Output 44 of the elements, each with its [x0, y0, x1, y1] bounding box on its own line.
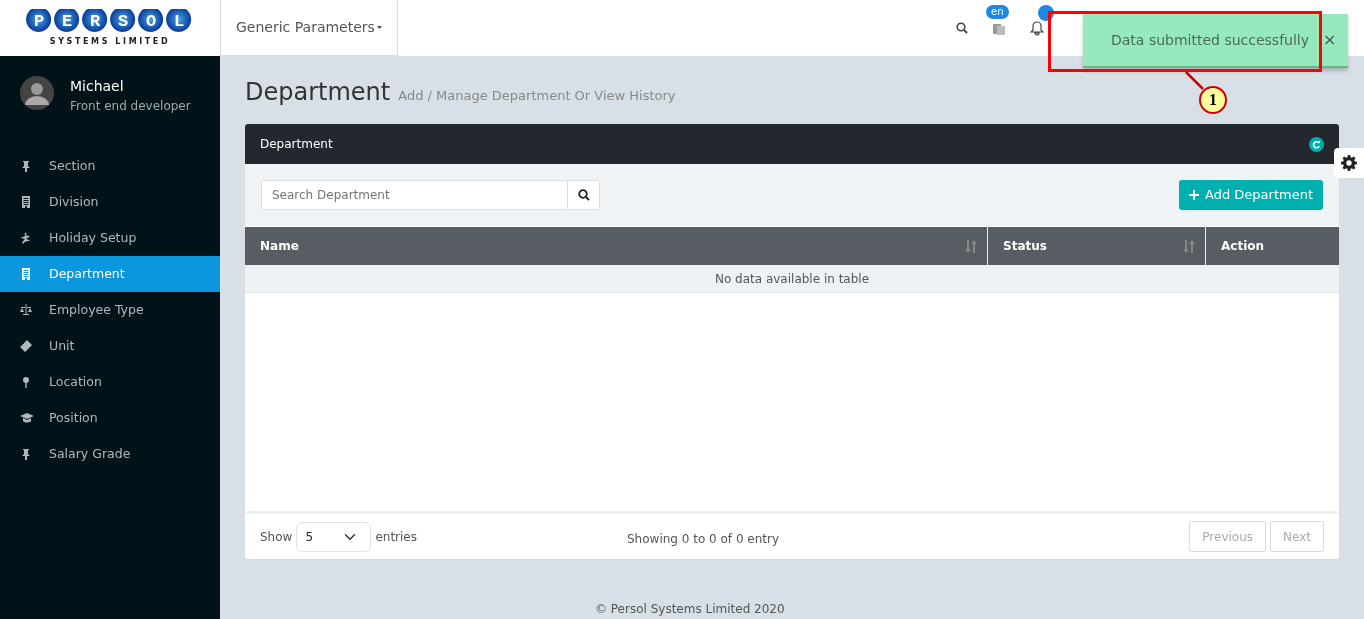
- sort-icon: [965, 239, 977, 253]
- refresh-icon[interactable]: [1309, 136, 1324, 152]
- search-button[interactable]: [567, 181, 599, 209]
- bell-icon[interactable]: [1030, 21, 1044, 36]
- sidebar-item[interactable]: Salary Grade: [0, 436, 220, 472]
- copyright-text: © Persol Systems Limited 2020: [595, 601, 785, 618]
- search-input[interactable]: Search Department: [262, 181, 567, 209]
- card-title: Department: [260, 136, 333, 153]
- search-field[interactable]: Search Department: [261, 180, 600, 210]
- user-name: Michael: [70, 77, 125, 96]
- sort-icon: [1183, 239, 1195, 253]
- sidebar-item[interactable]: Employee Type: [0, 292, 220, 328]
- toast-message: Data submitted successfully: [1111, 30, 1310, 50]
- close-button[interactable]: ×: [1323, 28, 1337, 52]
- entries-label: entries: [375, 528, 417, 546]
- scale-icon: [20, 304, 34, 316]
- ticket-icon: [20, 340, 34, 352]
- annotation-number: 1: [1199, 86, 1227, 114]
- search-icon: [577, 189, 590, 201]
- page-size-select[interactable]: 5: [296, 521, 372, 552]
- sidebar-item[interactable]: Section: [0, 148, 220, 184]
- logo-tagline: SYSTEMS LIMITED: [49, 35, 171, 48]
- page-subtitle: Add / Manage Department Or View History: [398, 87, 676, 105]
- caret-icon: [376, 25, 382, 30]
- sidebar-item[interactable]: Location: [0, 364, 220, 400]
- search-icon[interactable]: [956, 22, 968, 34]
- page-title: Department: [245, 77, 391, 108]
- avatar: [20, 76, 54, 110]
- graduation-cap-icon: [20, 412, 34, 424]
- column-header[interactable]: Action: [1206, 227, 1339, 265]
- language-icon[interactable]: [992, 21, 1006, 36]
- sidebar-item[interactable]: Unit: [0, 328, 220, 364]
- plus-icon: [1189, 190, 1200, 200]
- empty-table-message: No data available in table: [245, 265, 1339, 293]
- sidebar-item[interactable]: Holiday Setup: [0, 220, 220, 256]
- table-info: Showing 0 to 0 of 0 entry: [627, 530, 780, 548]
- leader-line: [1185, 72, 1205, 90]
- settings-icon[interactable]: [1334, 148, 1364, 178]
- sidebar-item[interactable]: Position: [0, 400, 220, 436]
- sidebar-item[interactable]: Division: [0, 184, 220, 220]
- show-label: Show: [260, 528, 293, 546]
- language-badge: en: [986, 5, 1009, 19]
- user-role: Front end developer: [70, 98, 191, 115]
- generic-parameters-menu[interactable]: Generic Parameters: [220, 0, 398, 56]
